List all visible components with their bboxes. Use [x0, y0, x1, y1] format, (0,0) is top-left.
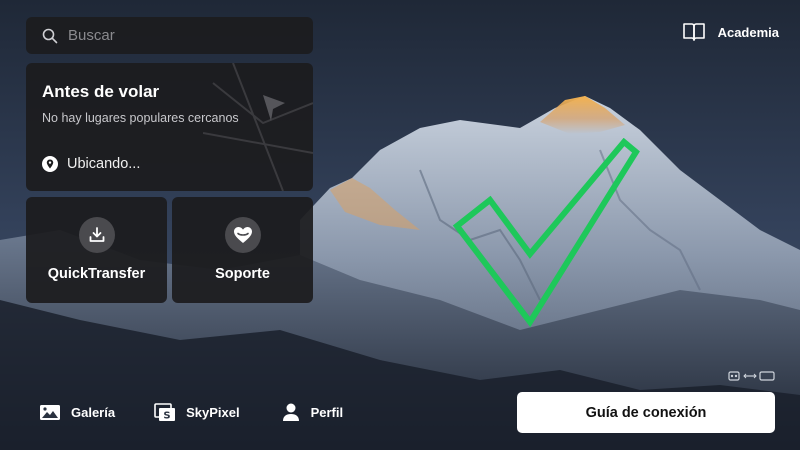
- search-input[interactable]: [68, 27, 288, 44]
- search-bar[interactable]: [26, 17, 313, 54]
- nav-profile[interactable]: Perfil: [281, 402, 344, 422]
- device-connection-indicator-icon: [728, 371, 775, 381]
- before-flight-subtitle: No hay lugares populares cercanos: [42, 111, 239, 125]
- quicktransfer-icon-circle: [78, 217, 115, 253]
- academy-button[interactable]: Academia: [682, 22, 779, 42]
- academy-label: Academia: [717, 24, 779, 40]
- before-flight-card[interactable]: Antes de volar No hay lugares populares …: [26, 63, 313, 191]
- before-flight-title: Antes de volar: [42, 82, 160, 101]
- nav-profile-label: Perfil: [310, 404, 344, 420]
- heart-icon: [233, 227, 252, 243]
- nav-gallery[interactable]: Galería: [39, 404, 115, 421]
- nav-skypixel-label: SkyPixel: [186, 404, 240, 420]
- location-status: Ubicando...: [42, 156, 140, 172]
- nav-gallery-label: Galería: [71, 404, 116, 420]
- skypixel-icon: S: [154, 402, 176, 421]
- checkmark-icon: [452, 138, 640, 328]
- quicktransfer-tile[interactable]: QuickTransfer: [26, 197, 167, 303]
- search-icon: [42, 28, 58, 43]
- location-status-label: Ubicando...: [67, 156, 141, 172]
- connection-guide-button[interactable]: Guía de conexión: [517, 392, 775, 433]
- nav-skypixel[interactable]: S SkyPixel: [154, 402, 240, 422]
- bottom-navigation: Galería S SkyPixel Perfil: [39, 402, 343, 422]
- location-pin-icon: [42, 156, 58, 172]
- profile-icon: [282, 403, 299, 421]
- support-icon-circle: [224, 217, 261, 253]
- download-tray-icon: [89, 227, 104, 242]
- book-icon: [682, 23, 705, 41]
- quicktransfer-label: QuickTransfer: [47, 266, 146, 282]
- gallery-icon: [40, 404, 60, 420]
- support-tile[interactable]: Soporte: [172, 197, 313, 303]
- svg-text:S: S: [163, 410, 170, 421]
- support-label: Soporte: [215, 266, 270, 282]
- map-decoration-icon: [203, 63, 313, 191]
